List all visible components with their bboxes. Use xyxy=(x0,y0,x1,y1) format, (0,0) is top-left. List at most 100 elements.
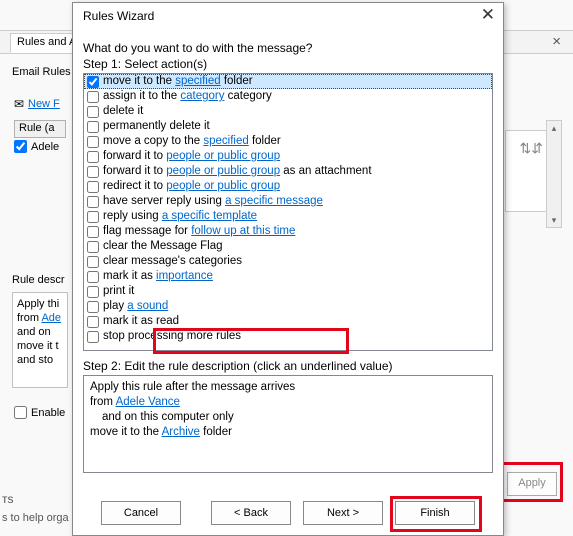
bg-help-text: s to help orga xyxy=(2,512,69,524)
action-link[interactable]: category xyxy=(180,90,224,102)
bg-rule-checkbox[interactable] xyxy=(14,140,27,153)
action-link[interactable]: a specific template xyxy=(162,210,257,222)
bg-rules-header: Rule (a xyxy=(14,120,66,138)
desc-line-2: from Adele Vance xyxy=(90,395,486,410)
step2-label: Step 2: Edit the rule description (click… xyxy=(83,359,393,373)
action-row-2[interactable]: delete it xyxy=(84,104,492,119)
action-link[interactable]: follow up at this time xyxy=(191,225,295,237)
action-label: mark it as importance xyxy=(103,269,213,284)
scroll-down-icon[interactable]: ▾ xyxy=(547,213,561,227)
action-link[interactable]: specified xyxy=(203,135,248,147)
action-checkbox[interactable] xyxy=(87,181,99,193)
action-row-8[interactable]: have server reply using a specific messa… xyxy=(84,194,492,209)
bg-desc-label: Rule descr xyxy=(12,274,65,286)
action-checkbox[interactable] xyxy=(87,211,99,223)
desc-line-4: move it to the Archive folder xyxy=(90,425,486,440)
action-row-9[interactable]: reply using a specific template xyxy=(84,209,492,224)
action-row-10[interactable]: flag message for follow up at this time xyxy=(84,224,492,239)
bg-scrollbar[interactable]: ▴ ▾ xyxy=(546,120,562,228)
action-row-13[interactable]: mark it as importance xyxy=(84,269,492,284)
finish-button[interactable]: Finish xyxy=(395,501,475,525)
cancel-button[interactable]: Cancel xyxy=(101,501,181,525)
action-row-14[interactable]: print it xyxy=(84,284,492,299)
action-label: delete it xyxy=(103,104,143,119)
dialog-title: Rules Wizard xyxy=(83,9,154,23)
action-row-3[interactable]: permanently delete it xyxy=(84,119,492,134)
action-checkbox[interactable] xyxy=(87,256,99,268)
action-checkbox[interactable] xyxy=(87,241,99,253)
dialog-question: What do you want to do with the message? xyxy=(83,41,312,55)
action-label: play a sound xyxy=(103,299,168,314)
action-checkbox[interactable] xyxy=(87,106,99,118)
action-row-16[interactable]: mark it as read xyxy=(84,314,492,329)
action-row-15[interactable]: play a sound xyxy=(84,299,492,314)
action-label: mark it as read xyxy=(103,314,179,329)
action-checkbox[interactable] xyxy=(87,301,99,313)
action-checkbox[interactable] xyxy=(87,136,99,148)
next-button[interactable]: Next > xyxy=(303,501,383,525)
action-link[interactable]: specified xyxy=(175,75,220,87)
action-label: permanently delete it xyxy=(103,119,210,134)
action-checkbox[interactable] xyxy=(87,91,99,103)
action-row-1[interactable]: assign it to the category category xyxy=(84,89,492,104)
desc-link-folder[interactable]: Archive xyxy=(162,426,200,438)
action-checkbox[interactable] xyxy=(87,271,99,283)
action-label: stop processing more rules xyxy=(103,329,241,344)
rule-description-box[interactable]: Apply this rule after the message arrive… xyxy=(83,375,493,473)
action-link[interactable]: people or public group xyxy=(166,165,280,177)
bg-desc-box: Apply thi from Ade and on move it t and … xyxy=(12,292,68,388)
action-checkbox[interactable] xyxy=(87,166,99,178)
action-link[interactable]: importance xyxy=(156,270,213,282)
action-row-7[interactable]: redirect it to people or public group xyxy=(84,179,492,194)
bg-rule-row[interactable]: Adele xyxy=(14,140,59,153)
rules-wizard-dialog: Rules Wizard ✕ What do you want to do wi… xyxy=(72,2,504,536)
action-label: forward it to people or public group xyxy=(103,149,280,164)
desc-link-sender[interactable]: Adele Vance xyxy=(116,396,180,408)
action-link[interactable]: people or public group xyxy=(166,150,280,162)
bg-enable-label: Enable xyxy=(31,407,65,419)
bg-enable-rule[interactable]: Enable xyxy=(14,406,65,419)
dialog-close-icon[interactable]: ✕ xyxy=(481,7,495,23)
action-checkbox[interactable] xyxy=(87,316,99,328)
step1-label: Step 1: Select action(s) xyxy=(83,57,207,71)
action-row-12[interactable]: clear message's categories xyxy=(84,254,492,269)
apply-button[interactable]: Apply xyxy=(507,472,557,496)
action-checkbox[interactable] xyxy=(87,226,99,238)
action-row-5[interactable]: forward it to people or public group xyxy=(84,149,492,164)
action-label: reply using a specific template xyxy=(103,209,257,224)
bg-trunc-text: ᴛs xyxy=(2,492,14,506)
new-rule-icon: ✉ xyxy=(14,97,24,111)
action-row-17[interactable]: stop processing more rules xyxy=(84,329,492,344)
bg-enable-checkbox[interactable] xyxy=(14,406,27,419)
action-checkbox[interactable] xyxy=(87,76,99,88)
action-checkbox[interactable] xyxy=(87,151,99,163)
bg-rule-name: Adele xyxy=(31,141,59,153)
action-link[interactable]: a sound xyxy=(127,300,168,312)
action-label: move it to the specified folder xyxy=(103,74,253,89)
close-icon[interactable]: × xyxy=(552,33,561,50)
action-checkbox[interactable] xyxy=(87,121,99,133)
action-row-6[interactable]: forward it to people or public group as … xyxy=(84,164,492,179)
action-label: clear message's categories xyxy=(103,254,242,269)
action-label: assign it to the category category xyxy=(103,89,272,104)
action-label: redirect it to people or public group xyxy=(103,179,280,194)
action-link[interactable]: people or public group xyxy=(166,180,280,192)
action-label: have server reply using a specific messa… xyxy=(103,194,323,209)
scroll-up-icon[interactable]: ▴ xyxy=(547,121,561,135)
action-row-0[interactable]: move it to the specified folder xyxy=(84,74,492,89)
actions-list[interactable]: move it to the specified folderassign it… xyxy=(83,73,493,351)
action-label: forward it to people or public group as … xyxy=(103,164,372,179)
bg-section-label: Email Rules xyxy=(12,66,71,78)
action-checkbox[interactable] xyxy=(87,286,99,298)
action-label: move a copy to the specified folder xyxy=(103,134,281,149)
action-checkbox[interactable] xyxy=(87,196,99,208)
action-checkbox[interactable] xyxy=(87,331,99,343)
actions-icon: ⇅⇵ xyxy=(520,140,543,157)
desc-line-3: and on this computer only xyxy=(102,410,486,425)
back-button[interactable]: < Back xyxy=(211,501,291,525)
action-label: flag message for follow up at this time xyxy=(103,224,295,239)
new-rule-link[interactable]: New F xyxy=(28,98,60,110)
action-row-4[interactable]: move a copy to the specified folder xyxy=(84,134,492,149)
action-row-11[interactable]: clear the Message Flag xyxy=(84,239,492,254)
action-link[interactable]: a specific message xyxy=(225,195,323,207)
